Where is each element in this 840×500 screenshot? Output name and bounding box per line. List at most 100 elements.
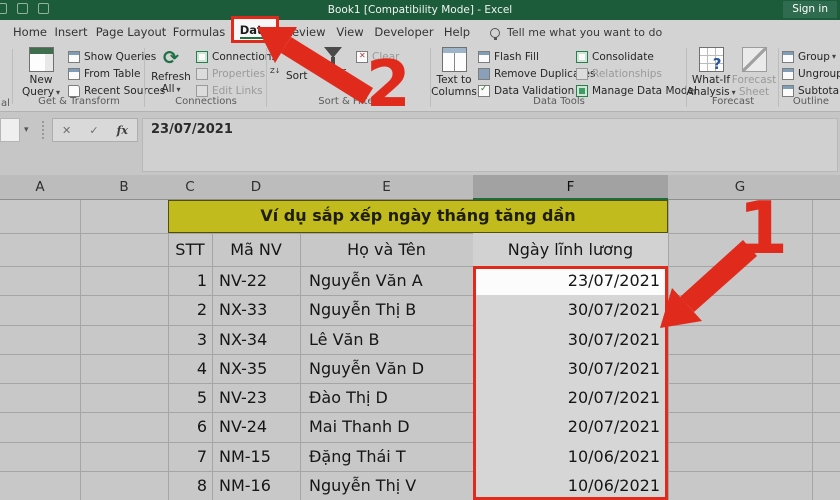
header-cell-manv[interactable]: Mã NV (212, 233, 300, 266)
filter-button[interactable]: Filter (316, 47, 350, 78)
column-manv-cells: NV-22 NX-33 NX-34 NX-35 NV-23 NV-24 NM-1… (212, 266, 300, 500)
consolidate-button[interactable]: Consolidate (576, 48, 654, 65)
header-cell-hovaten[interactable]: Họ và Tên (300, 233, 473, 266)
group-connections: ⟳ Refresh All ▾ Connections Properties Ed… (148, 45, 277, 112)
lightbulb-icon (490, 27, 500, 40)
group-label: Data Tools (533, 96, 585, 107)
name-box-dropdown-icon[interactable]: ▾ (24, 125, 29, 135)
cell[interactable]: 1 (168, 266, 212, 295)
cell[interactable]: Nguyễn Thị B (300, 295, 473, 324)
worksheet-grid[interactable]: A B C D E F G Ví dụ sắp xếp ngày tháng t… (0, 175, 840, 500)
cancel-icon[interactable]: ✕ (62, 124, 71, 137)
formula-bar-resize-handle[interactable] (42, 121, 44, 139)
column-header-d[interactable]: D (212, 175, 300, 200)
cell[interactable]: Nguyễn Thị V (300, 471, 473, 500)
tab-help[interactable]: Help (438, 20, 476, 45)
cell[interactable]: 4 (168, 354, 212, 383)
tab-home[interactable]: Home (10, 20, 50, 45)
refresh-all-button[interactable]: ⟳ Refresh All ▾ (148, 47, 194, 95)
name-box[interactable] (0, 118, 20, 142)
cell[interactable]: 30/07/2021 (473, 353, 668, 383)
cell[interactable]: 7 (168, 442, 212, 471)
text-to-columns-button[interactable]: Text to Columns (431, 47, 477, 98)
tab-page-layout[interactable]: Page Layout (94, 20, 168, 45)
sort-az-button[interactable] (270, 49, 283, 64)
dropdown-arrow-icon: ▾ (831, 52, 836, 61)
cell[interactable]: NV-22 (212, 266, 300, 295)
gridline (80, 175, 81, 500)
filter-funnel-icon (324, 47, 342, 65)
column-header-c[interactable]: C (168, 175, 212, 200)
connections-button[interactable]: Connections (196, 48, 277, 65)
column-stt-cells: 1 2 3 4 5 6 7 8 (168, 266, 212, 500)
ungroup-button[interactable]: Ungroup (782, 65, 840, 82)
cell[interactable]: Lê Văn B (300, 325, 473, 354)
active-tab-underline (240, 37, 270, 39)
group-get-transform: New Query ▾ Show Queries From Table Recen… (16, 45, 165, 112)
tab-view[interactable]: View (330, 20, 370, 45)
cell[interactable]: 3 (168, 325, 212, 354)
cell[interactable]: NX-35 (212, 354, 300, 383)
forecast-sheet-button[interactable]: Forecast Sheet (732, 47, 776, 98)
show-queries-button[interactable]: Show Queries (68, 48, 156, 65)
column-hovaten-cells: Nguyễn Văn A Nguyễn Thị B Lê Văn B Nguyễ… (300, 266, 473, 500)
sort-button[interactable]: Sort (286, 67, 308, 84)
cell[interactable]: NX-34 (212, 325, 300, 354)
tab-data[interactable]: Data (231, 16, 279, 43)
cell[interactable]: 20/07/2021 (473, 383, 668, 413)
cell[interactable]: 8 (168, 471, 212, 500)
active-cell[interactable]: 23/07/2021 (473, 266, 668, 296)
cell[interactable]: Nguyễn Văn D (300, 354, 473, 383)
excel-window: Book1 [Compatibility Mode] - Excel Sign … (0, 0, 840, 500)
group-data-tools: Text to Columns Flash Fill Remove Duplic… (431, 45, 697, 112)
group-separator (778, 48, 779, 107)
column-date-cells-selected-range: 23/07/2021 30/07/2021 30/07/2021 30/07/2… (473, 266, 668, 500)
cell[interactable]: 6 (168, 412, 212, 441)
cell[interactable]: Đặng Thái T (300, 442, 473, 471)
cell[interactable]: NV-24 (212, 412, 300, 441)
cell[interactable]: NX-33 (212, 295, 300, 324)
sort-za-button[interactable] (270, 67, 283, 82)
remove-duplicates-icon (478, 67, 490, 80)
cell[interactable]: NM-16 (212, 471, 300, 500)
what-if-analysis-button[interactable]: What-If Analysis▾ (686, 47, 736, 98)
enter-icon[interactable]: ✓ (89, 124, 98, 137)
cell[interactable]: 30/07/2021 (473, 295, 668, 325)
from-table-icon (68, 67, 80, 80)
column-header-f-selected[interactable]: F (473, 175, 668, 200)
cell[interactable]: 2 (168, 295, 212, 324)
cell[interactable]: 5 (168, 383, 212, 412)
column-header-b[interactable]: B (80, 175, 168, 200)
cell[interactable]: 30/07/2021 (473, 324, 668, 354)
relationships-button[interactable]: Relationships (576, 65, 662, 82)
cell[interactable]: Nguyễn Văn A (300, 266, 473, 295)
header-cell-stt[interactable]: STT (168, 233, 212, 266)
from-table-button[interactable]: From Table (68, 65, 141, 82)
column-header-a[interactable]: A (0, 175, 80, 200)
cell[interactable]: 10/06/2021 (473, 441, 668, 471)
tab-review[interactable]: Review (281, 20, 329, 45)
insert-function-icon[interactable]: fx (117, 124, 128, 137)
formula-input[interactable]: 23/07/2021 (142, 118, 838, 172)
properties-button[interactable]: Properties (196, 65, 265, 82)
new-query-button[interactable]: New Query ▾ (18, 47, 64, 98)
tab-developer[interactable]: Developer (372, 20, 436, 45)
cell[interactable]: NM-15 (212, 442, 300, 471)
column-header-e[interactable]: E (300, 175, 473, 200)
cell[interactable]: 10/06/2021 (473, 470, 668, 500)
cell[interactable]: NV-23 (212, 383, 300, 412)
tell-me-box[interactable]: Tell me what you want to do (490, 20, 662, 45)
cell[interactable]: Đào Thị D (300, 383, 473, 412)
cell[interactable]: Mai Thanh D (300, 412, 473, 441)
tab-insert[interactable]: Insert (50, 20, 92, 45)
group-button[interactable]: Group ▾ (782, 48, 836, 65)
flash-fill-icon (478, 50, 490, 63)
sign-in-button[interactable]: Sign in (783, 1, 837, 18)
flash-fill-button[interactable]: Flash Fill (478, 48, 539, 65)
tab-formulas[interactable]: Formulas (170, 20, 228, 45)
show-queries-icon (68, 50, 80, 63)
group-outline: Group ▾ Ungroup Subtotal Outline (782, 45, 840, 112)
table-title-cell[interactable]: Ví dụ sắp xếp ngày tháng tăng dần (168, 200, 668, 233)
cell[interactable]: 20/07/2021 (473, 412, 668, 442)
header-cell-ngaylinhluong[interactable]: Ngày lĩnh lương (473, 233, 668, 266)
